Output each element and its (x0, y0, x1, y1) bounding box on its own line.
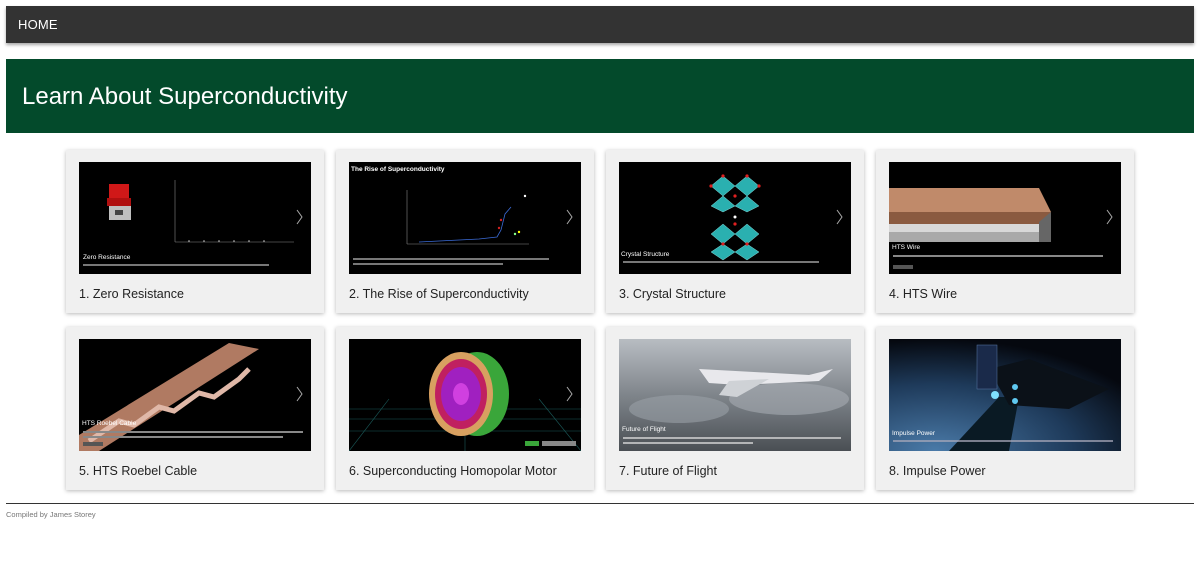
card-title: 4. HTS Wire (889, 287, 958, 301)
hts-wire-thumbnail-image: HTS Wire (889, 162, 1121, 274)
card-title: 6. Superconducting Homopolar Motor (349, 464, 557, 478)
card-title: 8. Impulse Power (889, 464, 986, 478)
zero-resistance-thumbnail-image: Zero Resistance (79, 162, 311, 274)
card-title: 2. The Rise of Superconductivity (349, 287, 529, 301)
homopolar-motor-thumbnail-image (349, 339, 581, 451)
card-hts-wire[interactable]: HTS Wire 4. HTS Wire (876, 150, 1134, 313)
page-banner: Learn About Superconductivity (6, 59, 1194, 133)
thumb-caption: HTS Roebel Cable (82, 420, 137, 427)
thumb-caption: The Rise of Superconductivity (351, 166, 445, 173)
card-zero-resistance[interactable]: Zero Resistance 1. Zero Resistance (66, 150, 324, 313)
card-thumbnail (349, 339, 581, 451)
footer-credit: Compiled by James Storey (6, 510, 96, 519)
card-title: 3. Crystal Structure (619, 287, 726, 301)
future-of-flight-thumbnail-image: Future of Flight (619, 339, 851, 451)
page-title: Learn About Superconductivity (22, 83, 348, 110)
footer-divider (6, 503, 1194, 504)
card-future-of-flight[interactable]: Future of Flight 7. Future of Flight (606, 327, 864, 490)
thumb-caption: Crystal Structure (621, 251, 670, 258)
card-thumbnail: The Rise of Superconductivity (349, 162, 581, 274)
nav-home-link[interactable]: HOME (18, 17, 58, 32)
card-impulse-power[interactable]: Impulse Power 8. Impulse Power (876, 327, 1134, 490)
rise-of-superconductivity-thumbnail-image: The Rise of Superconductivity (349, 162, 581, 274)
card-title: 5. HTS Roebel Cable (79, 464, 198, 478)
card-superconducting-homopolar-motor[interactable]: 6. Superconducting Homopolar Motor (336, 327, 594, 490)
card-title: 7. Future of Flight (619, 464, 717, 478)
card-thumbnail: Impulse Power (889, 339, 1121, 451)
card-rise-of-superconductivity[interactable]: The Rise of Superconductivity 2. The Ris… (336, 150, 594, 313)
card-hts-roebel-cable[interactable]: HTS Roebel Cable 5. HTS Roebel Cable (66, 327, 324, 490)
card-thumbnail: Zero Resistance (79, 162, 311, 274)
top-navbar: HOME (6, 6, 1194, 43)
impulse-power-thumbnail-image: Impulse Power (889, 339, 1121, 451)
card-thumbnail: Future of Flight (619, 339, 851, 451)
thumb-caption: Impulse Power (892, 430, 936, 437)
hts-roebel-cable-thumbnail-image: HTS Roebel Cable (79, 339, 311, 451)
card-thumbnail: Crystal Structure (619, 162, 851, 274)
card-thumbnail: HTS Wire (889, 162, 1121, 274)
crystal-structure-thumbnail-image: Crystal Structure (619, 162, 851, 274)
card-crystal-structure[interactable]: Crystal Structure 3. Crystal Structure (606, 150, 864, 313)
thumb-caption: Zero Resistance (83, 254, 131, 261)
thumb-caption: Future of Flight (622, 426, 666, 433)
card-title: 1. Zero Resistance (79, 287, 184, 301)
thumb-caption: HTS Wire (892, 244, 921, 251)
card-thumbnail: HTS Roebel Cable (79, 339, 311, 451)
